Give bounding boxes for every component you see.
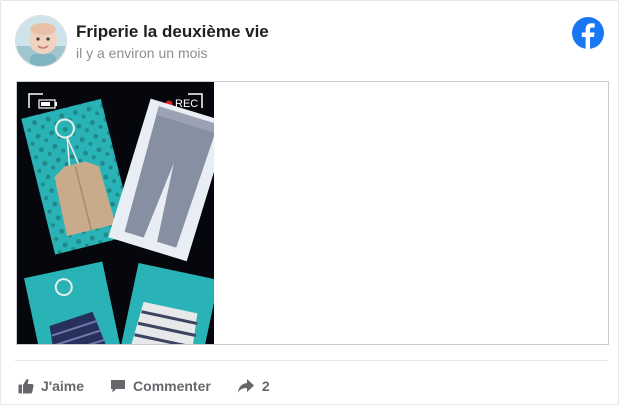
share-button[interactable]: 2 [237, 378, 270, 394]
post-actions: J'aime Commenter 2 [18, 375, 296, 397]
comment-label: Commenter [133, 378, 211, 394]
comment-button[interactable]: Commenter [110, 378, 211, 394]
page-avatar[interactable] [15, 15, 67, 67]
share-count: 2 [261, 378, 270, 394]
action-divider [15, 360, 608, 361]
post-header: Friperie la deuxième vie il y a environ … [15, 15, 604, 69]
speech-bubble-icon [111, 380, 126, 393]
post-card: Friperie la deuxième vie il y a environ … [0, 0, 619, 405]
like-label: J'aime [41, 378, 85, 394]
rec-label: REC [175, 98, 199, 110]
video-preview[interactable]: REC [17, 82, 214, 344]
like-button[interactable]: J'aime [18, 378, 84, 394]
share-arrow-icon [237, 379, 254, 393]
facebook-logo-icon[interactable] [572, 17, 604, 49]
page-name[interactable]: Friperie la deuxième vie [76, 22, 269, 42]
post-timestamp[interactable]: il y a environ un mois [76, 45, 208, 61]
thumbs-up-icon [18, 379, 34, 394]
avatar-image [16, 16, 66, 66]
video-frame-image [17, 82, 214, 344]
post-media[interactable]: REC [16, 81, 609, 345]
